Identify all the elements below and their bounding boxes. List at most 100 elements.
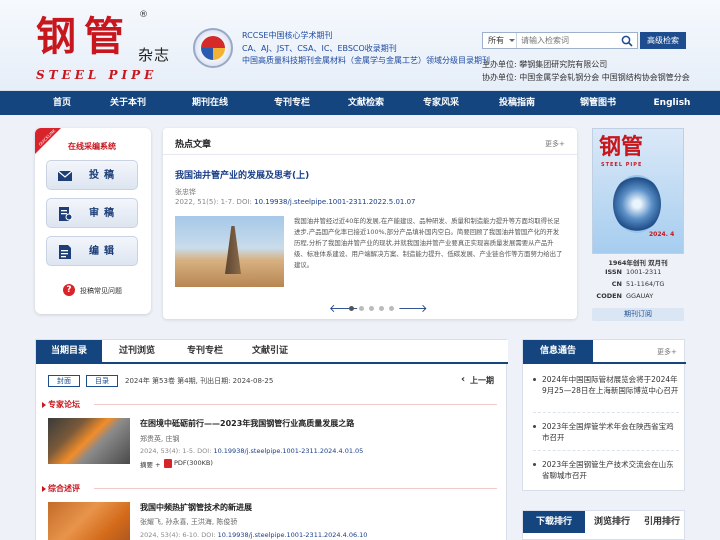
abstract-toggle[interactable]: 摘要 +: [140, 459, 161, 469]
pdf-download-link[interactable]: PDF(300KB): [174, 459, 213, 467]
ranking-panel: 下载排行 浏览排行 引用排行: [522, 510, 685, 540]
divider: [163, 154, 577, 155]
article-doi-link[interactable]: 10.19938/j.steelpipe.1001-2311.2024.4.06…: [218, 531, 368, 539]
section-divider: [94, 488, 497, 489]
co-sponsor-line: 协办单位: 中国金属学会轧钢分会 中国钢结构协会钢管分会: [482, 73, 690, 82]
tab-current-issue[interactable]: 当期目录: [36, 340, 102, 362]
nav-item-home[interactable]: 首页: [50, 91, 74, 115]
tab-citation-rank[interactable]: 引用排行: [637, 511, 687, 533]
carousel-next-arrow-icon[interactable]: 🡒: [398, 301, 428, 315]
hot-article-meta: 2022, 51(5): 1-7. DOI: 10.19938/j.steelp…: [175, 198, 416, 206]
review-label: 审稿: [89, 208, 119, 219]
nav-item-books[interactable]: 钢管图书: [578, 91, 618, 115]
news-title[interactable]: 信息通告: [523, 340, 593, 362]
carousel-dot-5[interactable]: [389, 306, 394, 311]
carousel-dot-4[interactable]: [379, 306, 384, 311]
sponsor-line: 主办单位: 攀钢集团研究院有限公司: [482, 60, 608, 69]
nav-item-online[interactable]: 期刊在线: [190, 91, 230, 115]
section-divider: [94, 404, 497, 405]
hot-article-title[interactable]: 我国油井管产业的发展及思考(上): [175, 168, 309, 181]
coden-label: CODEN: [596, 292, 622, 300]
subscribe-button[interactable]: 期刊订阅: [592, 308, 684, 321]
news-panel: 信息通告 更多+ 2024年中国国际管材展览会将于2024年9月25—28日在上…: [522, 339, 686, 491]
tab-special-issues[interactable]: 专刊专栏: [172, 340, 238, 362]
article-authors[interactable]: 郑贵英, 庄钢: [140, 434, 179, 444]
hot-article-doi-link[interactable]: 10.19938/j.steelpipe.1001-2311.2022.5.01…: [254, 198, 415, 206]
envelope-icon: [57, 170, 73, 181]
article-doi-link[interactable]: 10.19938/j.steelpipe.1001-2311.2024.4.01…: [213, 447, 363, 455]
journal-quality-badge-icon: [193, 28, 233, 68]
section-marker-icon: [42, 486, 46, 492]
search-bar: 所有: [482, 32, 638, 49]
cover-issue-mark: 2024. 4: [649, 231, 675, 238]
news-item[interactable]: 2023年全国焊管学术年会在陕西省宝鸡市召开: [533, 421, 679, 443]
divider: [533, 412, 679, 413]
article-authors[interactable]: 张耀飞, 孙永喜, 王洪海, 陈俊骄: [140, 517, 237, 527]
oil-rig-illustration: [225, 226, 241, 274]
section-marker-icon: [42, 402, 46, 408]
hot-article-image[interactable]: [175, 216, 284, 287]
issn-label: ISSN: [605, 268, 622, 276]
hot-article-author[interactable]: 张忠铧: [175, 187, 196, 197]
hot-articles-more-link[interactable]: 更多+: [545, 139, 565, 149]
submit-manuscript-button[interactable]: 投稿: [46, 160, 138, 190]
nav-item-special[interactable]: 专刊专栏: [272, 91, 312, 115]
current-issue-panel: 当期目录 过刊浏览 专刊专栏 文献引证 封面 目录 2024年 第53卷 第4期…: [35, 339, 508, 540]
tab-citations[interactable]: 文献引证: [240, 340, 300, 362]
issue-tabs: 当期目录 过刊浏览 专刊专栏 文献引证: [36, 340, 508, 364]
cover-issn: ISSN 1001-2311: [592, 268, 684, 276]
article-citation: 2024, 53(4): 1-5. DOI:: [140, 447, 214, 455]
advanced-search-button[interactable]: 高级检索: [640, 32, 686, 49]
carousel-dot-2[interactable]: [359, 306, 364, 311]
news-more-link[interactable]: 更多+: [657, 347, 677, 357]
nav-item-experts[interactable]: 专家风采: [421, 91, 461, 115]
toc-button[interactable]: 目录: [86, 375, 118, 387]
hot-articles-title: 热点文章: [175, 140, 212, 150]
previous-issue-link[interactable]: 上一期: [470, 375, 494, 386]
journal-cover[interactable]: 钢管 STEEL PIPE 2024. 4: [592, 128, 684, 254]
registered-mark: ®: [139, 10, 148, 20]
index-line-3: 中国高质量科技期刊金属材料（金属学与金属工艺）领域分级目录期刊: [242, 56, 490, 65]
news-item[interactable]: 2023年全国钢管生产技术交流会在山东省聊城市召开: [533, 459, 679, 481]
cn-label: CN: [611, 280, 622, 288]
pdf-icon[interactable]: [164, 459, 172, 468]
news-item[interactable]: 2024年中国国际管材展览会将于2024年9月25—28日在上海新国际博览中心召…: [533, 374, 679, 396]
site-header: 钢管 ® 杂志 STEEL PIPE RCCSE中国核心学术期刊 CA、AJ、J…: [0, 0, 720, 91]
main-nav: 首页 关于本刊 期刊在线 专刊专栏 文献检索 专家风采 投稿指南 钢管图书 En…: [0, 91, 720, 115]
cover-button[interactable]: 封面: [48, 375, 80, 387]
question-icon[interactable]: ?: [63, 284, 75, 296]
logo-english: STEEL PIPE: [36, 68, 158, 82]
carousel-dot-1[interactable]: [349, 306, 354, 311]
cover-title-en: STEEL PIPE: [601, 162, 643, 168]
nav-item-english[interactable]: English: [652, 91, 692, 115]
review-button[interactable]: 审稿: [46, 198, 138, 228]
search-icon[interactable]: [621, 35, 633, 47]
nav-item-about[interactable]: 关于本刊: [108, 91, 148, 115]
carousel-prev-arrow-icon[interactable]: 🡐: [329, 301, 359, 315]
logo-chinese[interactable]: 钢管: [36, 12, 132, 62]
edit-label: 编辑: [89, 246, 119, 257]
nav-item-search[interactable]: 文献检索: [346, 91, 386, 115]
nav-item-guide[interactable]: 投稿指南: [497, 91, 537, 115]
carousel-dot-3[interactable]: [369, 306, 374, 311]
tab-download-rank[interactable]: 下载排行: [523, 511, 585, 533]
article-thumbnail[interactable]: [48, 502, 130, 540]
online-editing-panel: QUICKLINK 在线采编系统 投稿 审稿 编辑 ? 投稿常见问题: [35, 128, 151, 314]
article-citation: 2024, 53(4): 6-10. DOI:: [140, 531, 218, 539]
submission-faq-link[interactable]: 投稿常见问题: [80, 286, 122, 296]
article-meta: 2024, 53(4): 6-10. DOI: 10.19938/j.steel…: [140, 531, 367, 539]
article-title[interactable]: 在困境中砥砺前行——2023年我国钢管行业高质量发展之路: [140, 418, 354, 429]
search-input[interactable]: [521, 33, 617, 48]
tab-view-rank[interactable]: 浏览排行: [587, 511, 637, 533]
hot-articles-panel: 热点文章 更多+ 我国油井管产业的发展及思考(上) 张忠铧 2022, 51(5…: [163, 128, 577, 319]
chevron-left-icon[interactable]: ‹: [461, 374, 465, 385]
badge-emblem-icon: [201, 36, 225, 60]
article-thumbnail[interactable]: [48, 418, 130, 464]
article-title[interactable]: 我国中频热扩钢管技术的新进展: [140, 502, 252, 513]
index-line-2: CA、AJ、JST、CSA、IC、EBSCO收录期刊: [242, 44, 397, 53]
tab-past-issues[interactable]: 过刊浏览: [104, 340, 170, 362]
divider: [533, 450, 679, 451]
edit-button[interactable]: 编辑: [46, 236, 138, 266]
reviewer-icon: [59, 207, 73, 221]
cover-coden: CODEN GGAUAY: [592, 292, 684, 300]
